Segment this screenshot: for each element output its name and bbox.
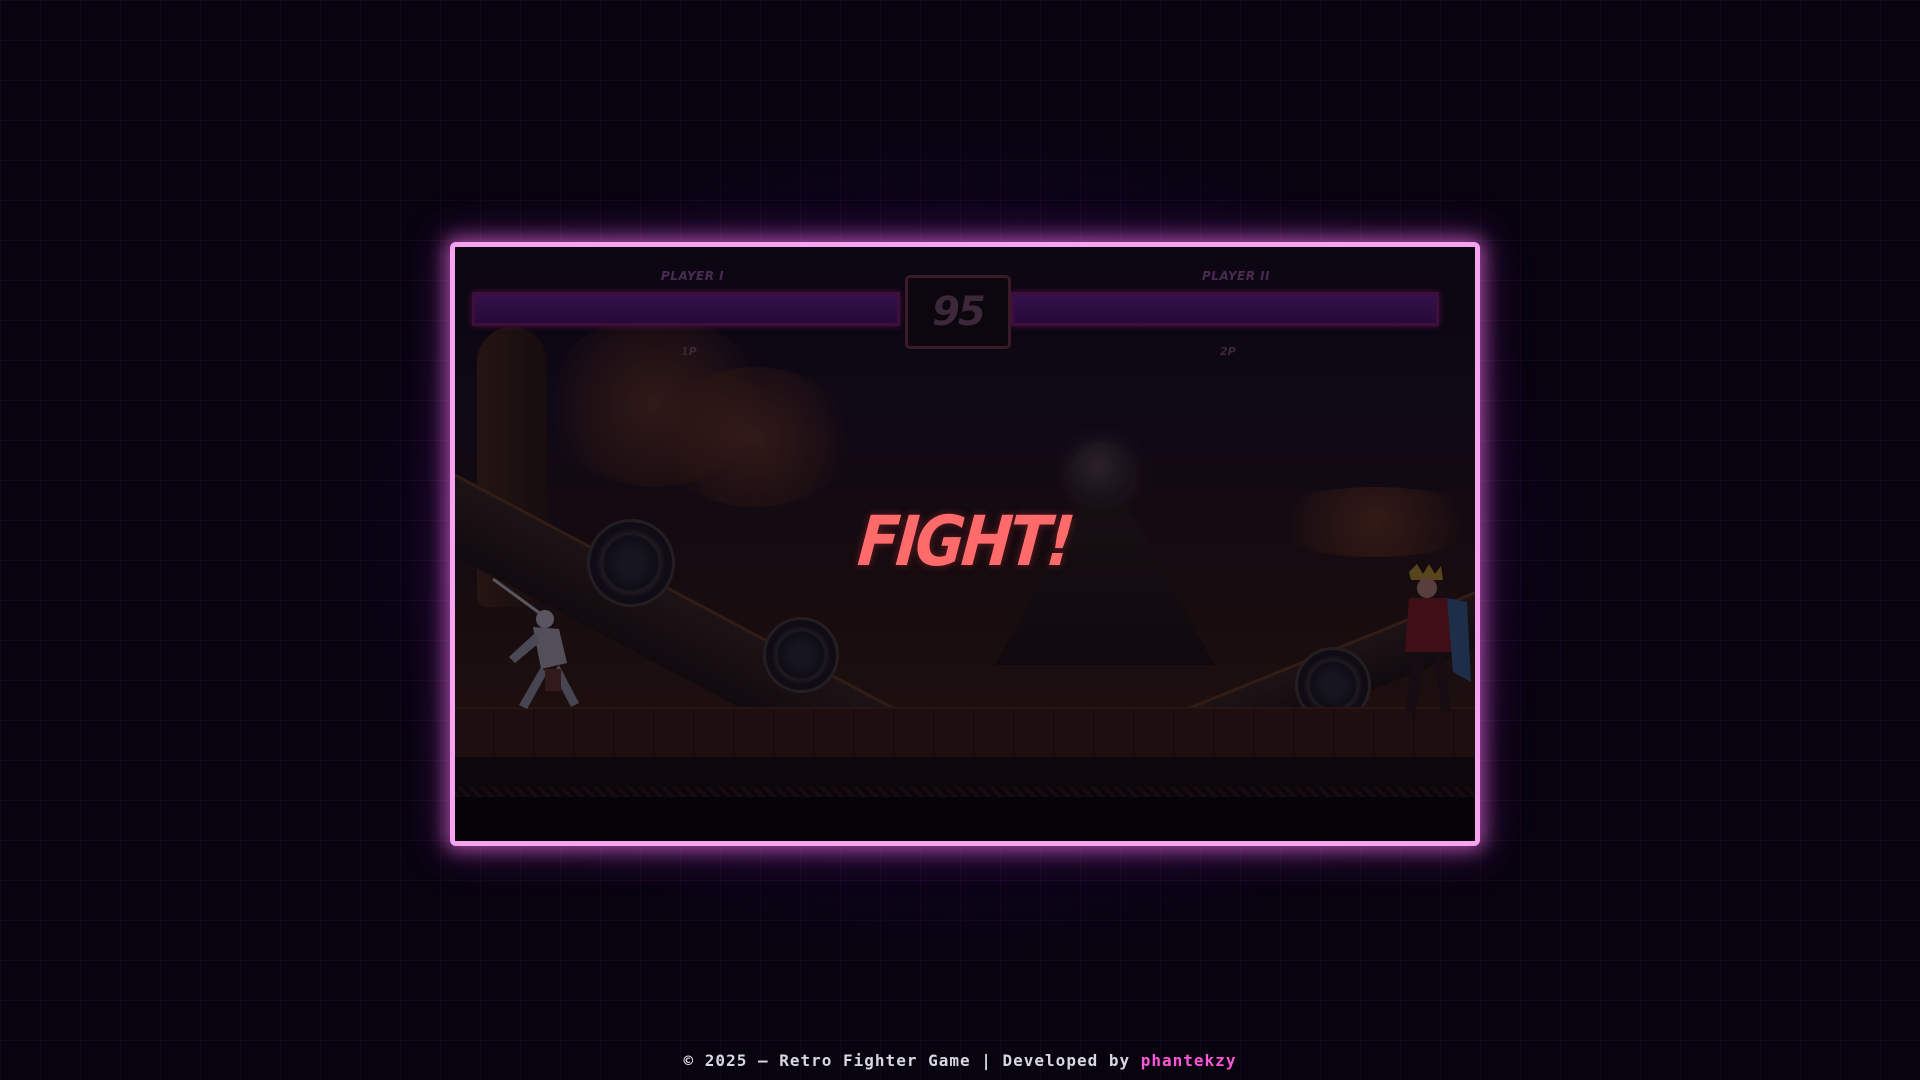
player-1-name: PLAYER I <box>661 269 725 283</box>
page: PLAYER I PLAYER II 95 1P 2P FIGHT! © 202… <box>0 0 1920 1080</box>
developer-link[interactable]: phantekzy <box>1141 1051 1237 1070</box>
hud: PLAYER I PLAYER II 95 1P 2P <box>455 247 1475 358</box>
game-canvas[interactable]: PLAYER I PLAYER II 95 1P 2P FIGHT! <box>450 242 1480 846</box>
player-1-tag: 1P <box>681 345 697 358</box>
player-2-name: PLAYER II <box>1202 269 1271 283</box>
player-2-health-fill <box>1014 295 1436 323</box>
player-2-health-bar <box>1011 292 1439 326</box>
player-2-tag: 2P <box>1220 345 1236 358</box>
player-1-health-bar <box>472 292 900 326</box>
footer: © 2025 — Retro Fighter Game | Developed … <box>0 1051 1920 1070</box>
round-timer: 95 <box>905 275 1011 349</box>
player-1-health-fill <box>475 295 897 323</box>
footer-copyright: © 2025 — Retro Fighter Game | Developed … <box>683 1051 1141 1070</box>
fight-announcement: FIGHT! <box>854 501 1076 583</box>
